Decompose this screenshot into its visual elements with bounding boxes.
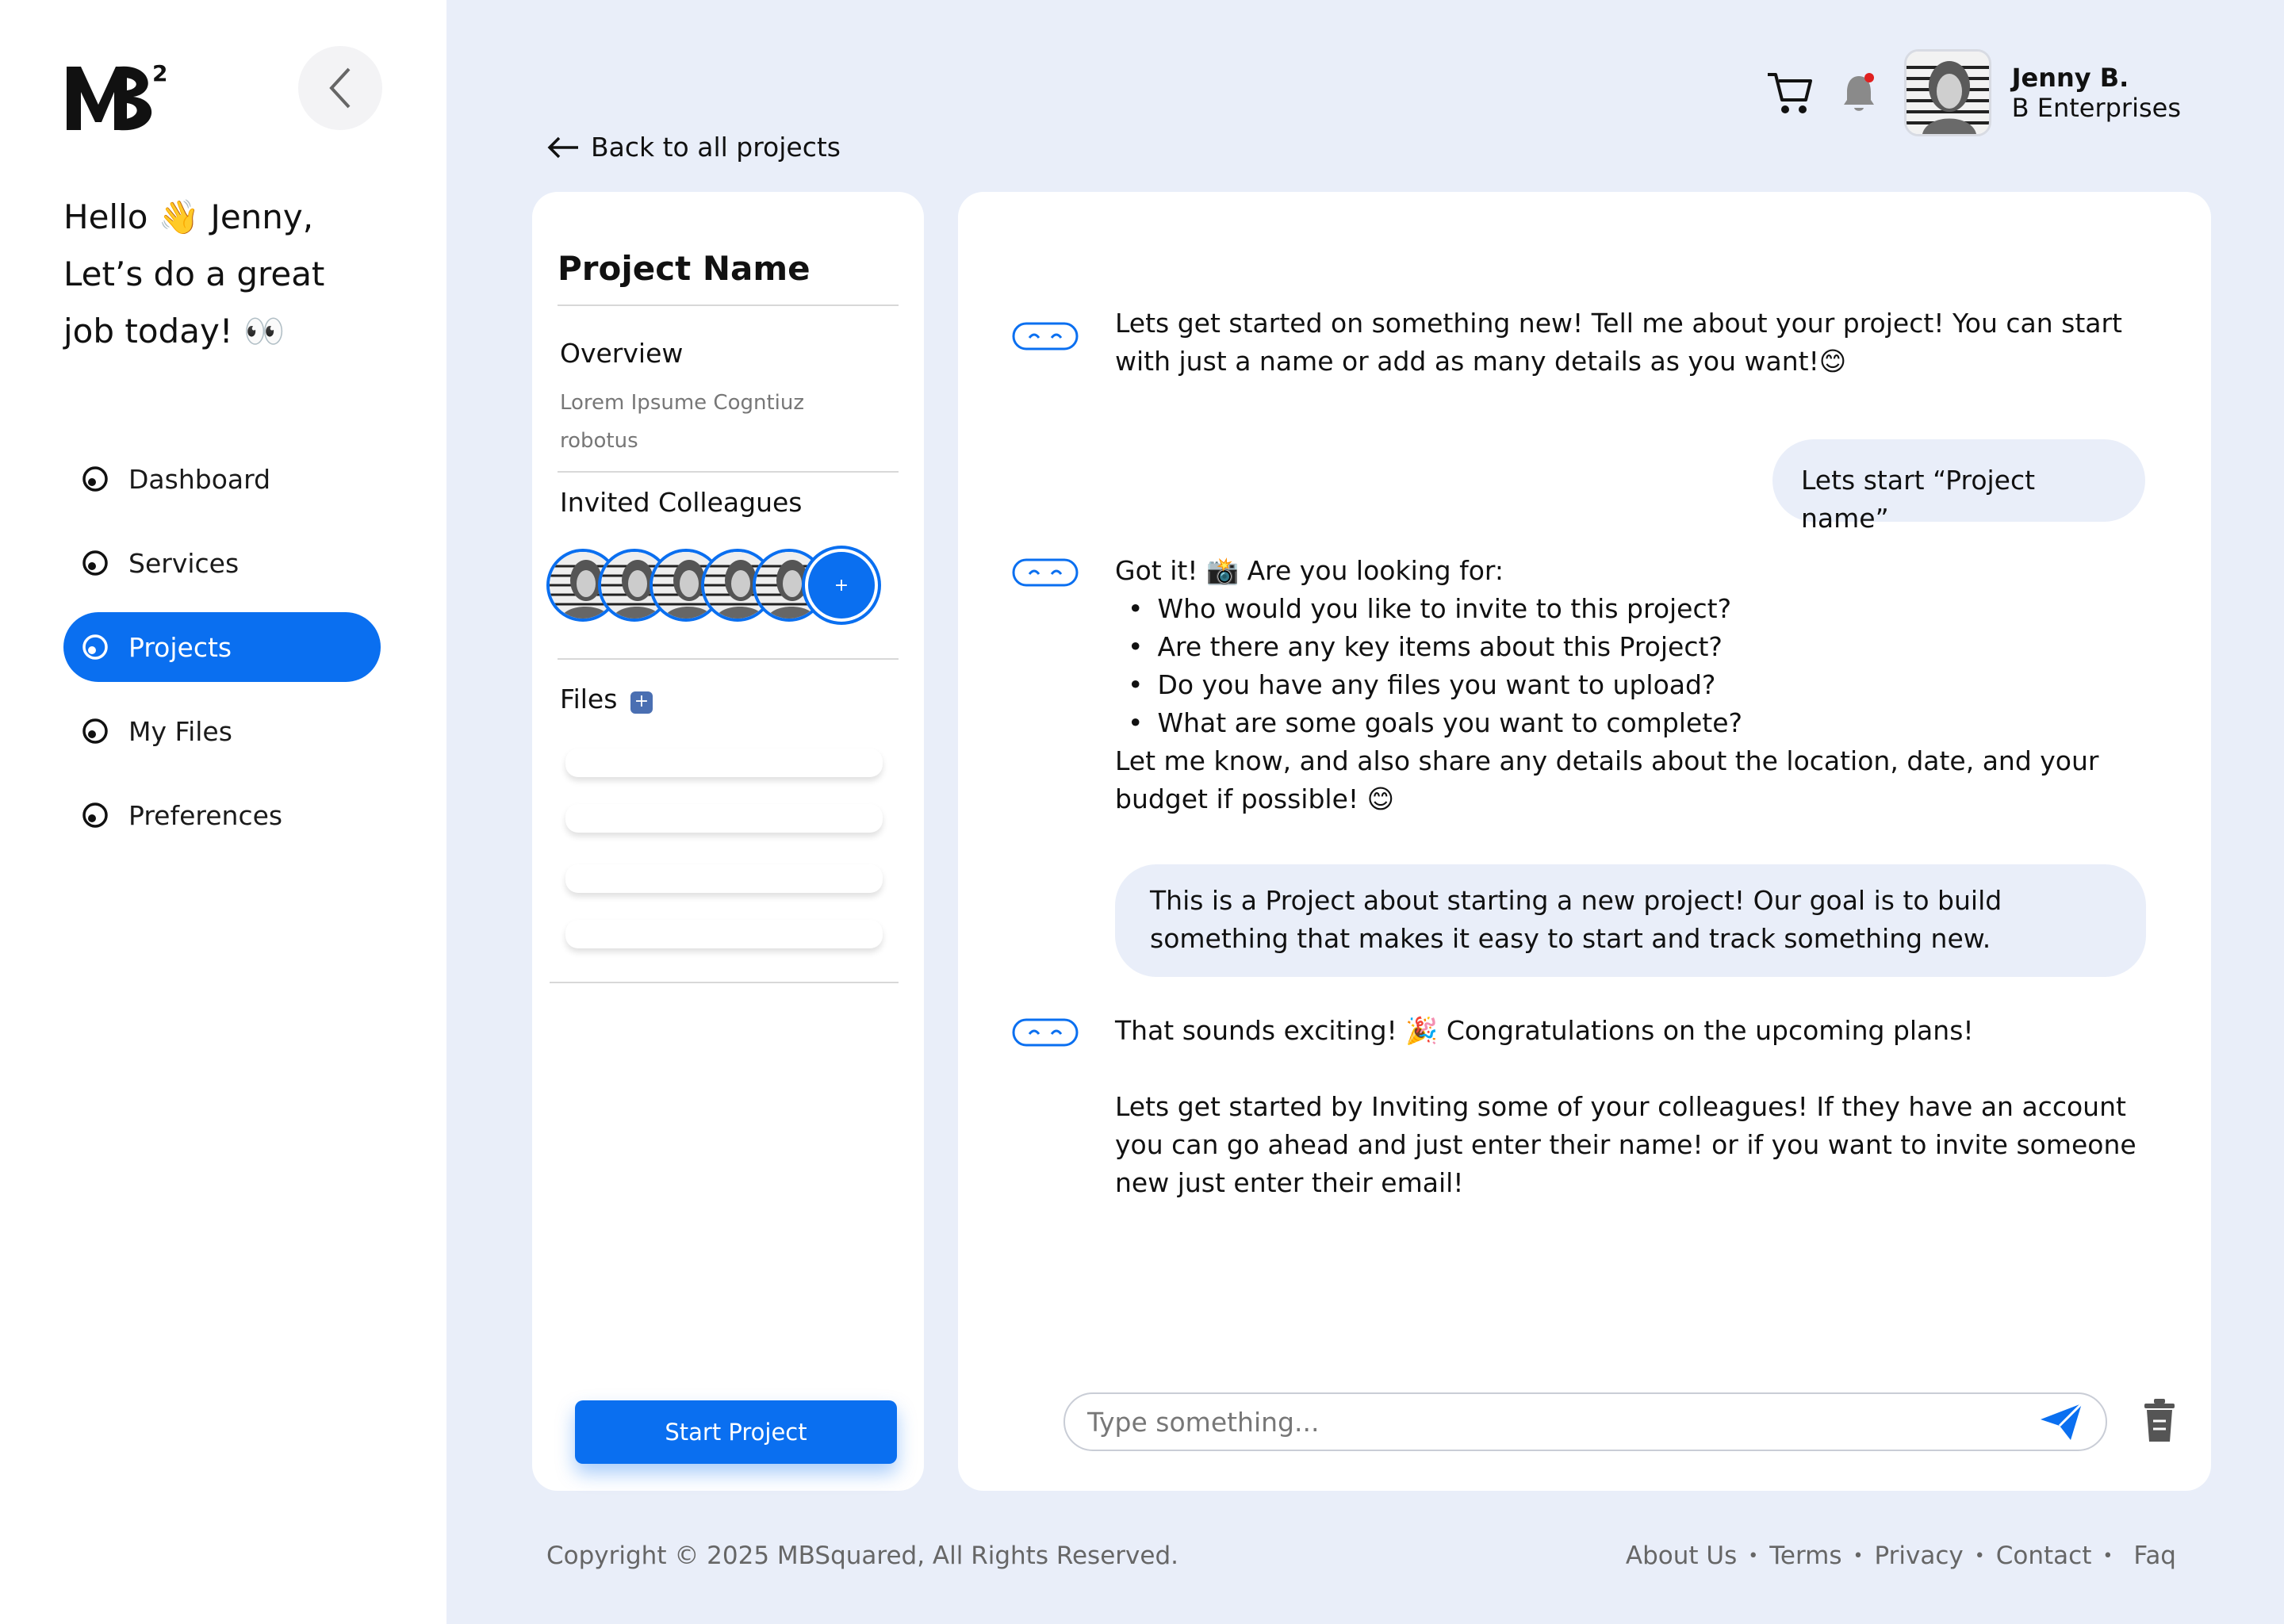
- bot-message: Lets get started on something new! Tell …: [1115, 308, 2123, 377]
- brand-logo[interactable]: 2: [63, 57, 174, 136]
- chat-panel: Lets get started on something new! Tell …: [958, 192, 2211, 1491]
- bot-icon: [1012, 557, 1079, 588]
- divider: [550, 982, 899, 983]
- user-company: B Enterprises: [2011, 93, 2181, 123]
- add-file-button[interactable]: +: [630, 691, 653, 714]
- user-name: Jenny B.: [2011, 63, 2129, 93]
- arrow-left-icon: [547, 136, 578, 158]
- divider: [558, 304, 899, 306]
- notification-dot: [1864, 73, 1874, 82]
- sidebar-item-label: Dashboard: [128, 463, 271, 495]
- cart-icon[interactable]: [1765, 68, 1814, 117]
- footer-nav: About Us • Terms • Privacy • Contact • F…: [1626, 1542, 2176, 1570]
- bot-message-intro: Got it! 📸 Are you looking for:: [1115, 555, 1504, 586]
- main-content: Jenny B. B Enterprises Back to all proje…: [446, 0, 2284, 1624]
- add-colleague-button[interactable]: +: [805, 549, 878, 622]
- sidebar-item-services[interactable]: Services: [63, 528, 381, 598]
- bot-message-line: That sounds exciting! 🎉 Congratulations …: [1115, 1015, 1974, 1046]
- sidebar: 2 Hello 👋 Jenny, Let’s do a great job to…: [0, 0, 446, 1624]
- colleague-avatars: +: [546, 549, 895, 625]
- file-slot[interactable]: [565, 920, 883, 948]
- separator: •: [1748, 1545, 1759, 1566]
- list-item: Do you have any files you want to upload…: [1128, 666, 2178, 704]
- copyright: Copyright © 2025 MBSquared, All Rights R…: [546, 1542, 1178, 1570]
- invited-colleagues-label: Invited Colleagues: [560, 487, 803, 518]
- sidebar-item-projects[interactable]: Projects: [63, 612, 381, 682]
- project-title: Project Name: [558, 249, 811, 288]
- projects-icon: [79, 631, 111, 663]
- sidebar-item-label: Projects: [128, 631, 232, 663]
- bot-message: Got it! 📸 Are you looking for: Who would…: [1115, 552, 2178, 818]
- sidebar-item-dashboard[interactable]: Dashboard: [63, 444, 381, 514]
- greeting-line: Hello 👋 Jenny,: [63, 197, 314, 236]
- separator: •: [2102, 1545, 2113, 1566]
- bot-question-list: Who would you like to invite to this pro…: [1115, 590, 2178, 742]
- chevron-left-icon: [329, 67, 351, 109]
- sidebar-item-label: Preferences: [128, 799, 283, 831]
- sidebar-item-label: Services: [128, 547, 240, 579]
- user-header: Jenny B. B Enterprises: [1765, 49, 2181, 136]
- avatar[interactable]: [1903, 49, 1991, 136]
- bot-icon: [1012, 320, 1079, 352]
- overview-label: Overview: [560, 338, 684, 369]
- back-link-label: Back to all projects: [591, 132, 841, 163]
- sidebar-item-preferences[interactable]: Preferences: [63, 780, 381, 850]
- divider: [558, 471, 899, 473]
- separator: •: [1974, 1545, 1985, 1566]
- footer-link-contact[interactable]: Contact: [1996, 1542, 2092, 1570]
- chat-input-container: [1063, 1392, 2107, 1451]
- bot-message-line: Lets get started by Inviting some of you…: [1115, 1091, 2136, 1198]
- footer-link-privacy[interactable]: Privacy: [1875, 1542, 1964, 1570]
- collapse-sidebar-button[interactable]: [298, 46, 382, 130]
- bell-icon[interactable]: [1841, 71, 1877, 114]
- divider: [558, 658, 899, 660]
- footer-link-about[interactable]: About Us: [1626, 1542, 1737, 1570]
- project-panel: Project Name Overview Lorem Ipsume Cognt…: [532, 192, 924, 1491]
- greeting: Hello 👋 Jenny, Let’s do a great job toda…: [63, 189, 412, 360]
- bot-icon: [1012, 1017, 1079, 1048]
- greeting-line: Let’s do a great: [63, 255, 325, 293]
- file-slot[interactable]: [565, 749, 883, 777]
- dashboard-icon: [79, 463, 111, 495]
- send-icon[interactable]: [2039, 1402, 2083, 1442]
- services-icon: [79, 547, 111, 579]
- start-project-button[interactable]: Start Project: [575, 1400, 897, 1464]
- list-item: What are some goals you want to complete…: [1128, 704, 2178, 742]
- file-slot[interactable]: [565, 864, 883, 893]
- file-slot[interactable]: [565, 804, 883, 833]
- bot-message-outro: Let me know, and also share any details …: [1115, 745, 2099, 814]
- sidebar-item-label: My Files: [128, 715, 232, 747]
- back-to-projects-link[interactable]: Back to all projects: [546, 132, 841, 163]
- bot-message: That sounds exciting! 🎉 Congratulations …: [1115, 1012, 2178, 1202]
- user-message: Lets start “Project name”: [1772, 439, 2145, 534]
- separator: •: [1853, 1545, 1864, 1566]
- sidebar-item-my-files[interactable]: My Files: [63, 696, 381, 766]
- user-info: Jenny B. B Enterprises: [2012, 63, 2181, 123]
- files-icon: [79, 715, 111, 747]
- preferences-icon: [79, 799, 111, 831]
- list-item: Are there any key items about this Proje…: [1128, 628, 2178, 666]
- chat-input[interactable]: [1087, 1406, 2039, 1438]
- sidebar-nav: Dashboard Services Projects My Files Pre…: [63, 444, 381, 864]
- list-item: Who would you like to invite to this pro…: [1128, 590, 2178, 628]
- trash-icon[interactable]: [2140, 1397, 2179, 1443]
- user-message: This is a Project about starting a new p…: [1115, 864, 2146, 977]
- footer-link-faq[interactable]: Faq: [2133, 1542, 2176, 1570]
- footer-link-terms[interactable]: Terms: [1769, 1542, 1841, 1570]
- files-label: Files: [560, 684, 618, 714]
- overview-text: Lorem Ipsume Cogntiuz robotus: [560, 391, 805, 453]
- greeting-line: job today! 👀: [63, 312, 286, 350]
- svg-text:2: 2: [152, 60, 167, 86]
